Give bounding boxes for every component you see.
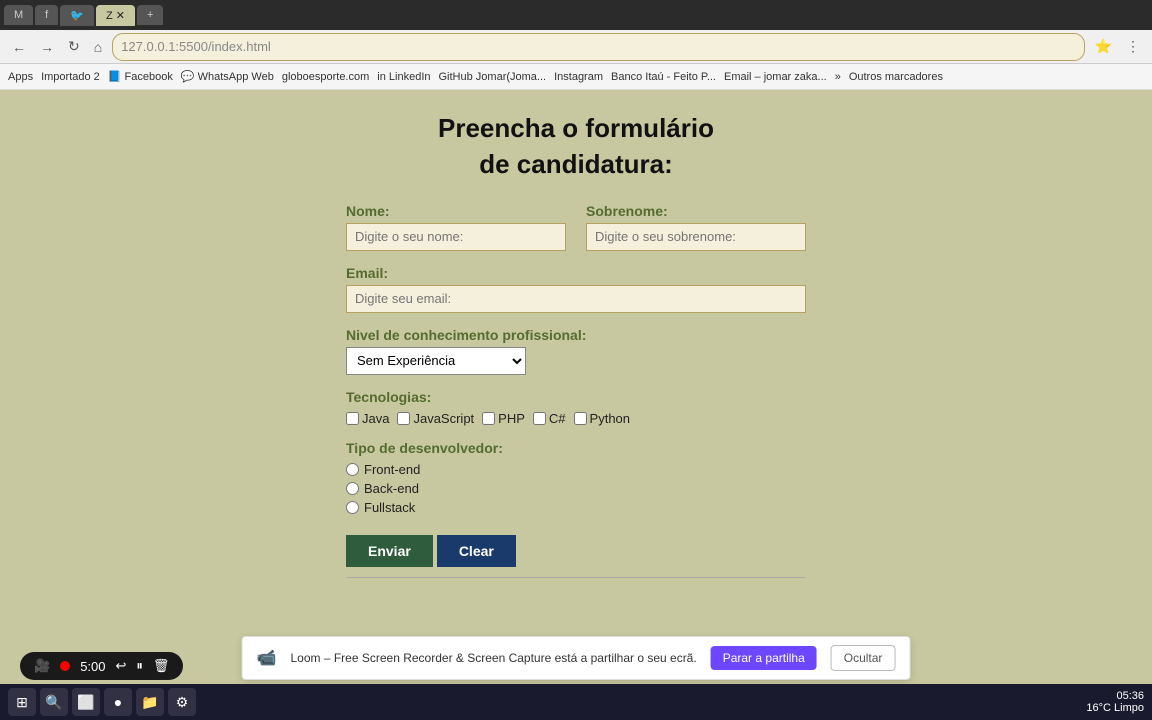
pause-icon[interactable]: ⏸ — [136, 658, 143, 674]
checkbox-java-input[interactable] — [346, 412, 359, 425]
checkbox-csharp-label: C# — [549, 411, 566, 426]
tab-gmail[interactable]: M — [4, 5, 33, 25]
radio-backend-input[interactable] — [346, 482, 359, 495]
tipo-dev-group: Tipo de desenvolvedor: Front-end Back-en… — [346, 440, 806, 515]
delete-icon[interactable]: 🗑 — [153, 658, 170, 674]
nome-label: Nome: — [346, 203, 566, 219]
checkbox-javascript-label: JavaScript — [413, 411, 474, 426]
bookmarks-bar: Apps Importado 2 📘 Facebook 💬 WhatsApp W… — [0, 64, 1152, 90]
loom-bar: 📹 Loom – Free Screen Recorder & Screen C… — [242, 636, 911, 680]
taskbar-start[interactable]: ⊞ — [8, 688, 36, 716]
nome-group: Nome: — [346, 203, 566, 251]
taskbar-chrome[interactable]: ● — [104, 688, 132, 716]
bookmark-whatsapp[interactable]: 💬 WhatsApp Web — [181, 70, 274, 83]
checkbox-python-label: Python — [590, 411, 630, 426]
checkbox-php-input[interactable] — [482, 412, 495, 425]
loom-icon: 📹 — [257, 648, 277, 668]
taskbar-search[interactable]: 🔍 — [40, 688, 68, 716]
form-container: Nome: Sobrenome: Email: Nivel de conheci… — [346, 203, 806, 578]
nome-input[interactable] — [346, 223, 566, 251]
reload-button[interactable]: ↻ — [64, 36, 84, 57]
checkbox-csharp: C# — [533, 411, 566, 426]
bookmark-itau[interactable]: Banco Itaú - Feito P... — [611, 71, 716, 83]
nivel-label: Nivel de conhecimento profissional: — [346, 327, 806, 343]
nivel-select[interactable]: Sem Experiência Júnior Pleno Sênior — [346, 347, 526, 375]
btn-row: Enviar Clear — [346, 535, 806, 567]
tab-bar: M f 🐦 Z ✕ + — [0, 0, 1152, 30]
radio-frontend-input[interactable] — [346, 463, 359, 476]
bookmark-instagram[interactable]: Instagram — [554, 71, 603, 83]
bookmark-more[interactable]: » — [835, 71, 841, 83]
bookmark-email[interactable]: Email – jomar zaka... — [724, 71, 827, 83]
rec-dot — [60, 661, 70, 671]
email-label: Email: — [346, 265, 806, 281]
radio-backend: Back-end — [346, 481, 806, 496]
tecnologias-group: Tecnologias: Java JavaScript PHP C# — [346, 389, 806, 426]
bookmark-outros[interactable]: Outros marcadores — [849, 71, 943, 83]
sobrenome-group: Sobrenome: — [586, 203, 806, 251]
camera-icon: 🎥 — [34, 658, 50, 674]
checkboxes-row: Java JavaScript PHP C# Python — [346, 411, 806, 426]
loom-text: Loom – Free Screen Recorder & Screen Cap… — [290, 651, 696, 665]
taskbar-clock: 05:36 16°C Limpo — [1086, 690, 1144, 714]
taskbar-settings[interactable]: ⚙ — [168, 688, 196, 716]
forward-button[interactable]: → — [36, 37, 58, 57]
tab-new[interactable]: + — [137, 5, 163, 25]
bookmark-github[interactable]: GitHub Jomar(Joma... — [439, 71, 547, 83]
recording-bar: 🎥 5:00 ↩ ⏸ 🗑 — [20, 652, 183, 680]
checkbox-java: Java — [346, 411, 389, 426]
tecnologias-label: Tecnologias: — [346, 389, 806, 405]
taskbar: ⊞ 🔍 ⬜ ● 📁 ⚙ 05:36 16°C Limpo — [0, 684, 1152, 720]
radio-group: Front-end Back-end Fullstack — [346, 462, 806, 515]
radio-frontend: Front-end — [346, 462, 806, 477]
page-content: Preencha o formulário de candidatura: No… — [0, 90, 1152, 650]
nivel-group: Nivel de conhecimento profissional: Sem … — [346, 327, 806, 375]
checkbox-javascript: JavaScript — [397, 411, 474, 426]
tab-twitter[interactable]: 🐦 — [60, 5, 94, 26]
bookmark-importado[interactable]: Importado 2 — [41, 71, 100, 83]
taskbar-task[interactable]: ⬜ — [72, 688, 100, 716]
radio-fullstack-label: Fullstack — [364, 500, 415, 515]
home-button[interactable]: ⌂ — [90, 37, 106, 57]
checkbox-java-label: Java — [362, 411, 389, 426]
checkbox-python-input[interactable] — [574, 412, 587, 425]
bookmark-linkedin[interactable]: in LinkedIn — [377, 71, 430, 83]
bookmark-apps[interactable]: Apps — [8, 71, 33, 83]
email-group: Email: — [346, 265, 806, 313]
tipo-dev-label: Tipo de desenvolvedor: — [346, 440, 806, 456]
back-button[interactable]: ← — [8, 37, 30, 57]
address-bar[interactable] — [112, 33, 1084, 61]
checkbox-javascript-input[interactable] — [397, 412, 410, 425]
checkbox-python: Python — [574, 411, 630, 426]
enviar-button[interactable]: Enviar — [346, 535, 433, 567]
sobrenome-label: Sobrenome: — [586, 203, 806, 219]
radio-fullstack: Fullstack — [346, 500, 806, 515]
loom-stop-button[interactable]: Parar a partilha — [711, 646, 817, 670]
form-divider — [346, 577, 806, 578]
recording-time: 5:00 — [80, 659, 105, 674]
nav-bar: ← → ↻ ⌂ ⭐ ⋮ — [0, 30, 1152, 64]
clear-button[interactable]: Clear — [437, 535, 516, 567]
email-input[interactable] — [346, 285, 806, 313]
taskbar-explorer[interactable]: 📁 — [136, 688, 164, 716]
checkbox-php-label: PHP — [498, 411, 525, 426]
loom-hide-button[interactable]: Ocultar — [831, 645, 896, 671]
checkbox-php: PHP — [482, 411, 525, 426]
page-title: Preencha o formulário de candidatura: — [438, 110, 714, 183]
tab-facebook[interactable]: f — [35, 5, 58, 25]
bookmark-facebook[interactable]: 📘 Facebook — [108, 70, 173, 83]
sobrenome-input[interactable] — [586, 223, 806, 251]
bookmark-globo[interactable]: globoesporte.com — [282, 71, 369, 83]
tab-form[interactable]: Z ✕ — [96, 5, 135, 26]
radio-frontend-label: Front-end — [364, 462, 420, 477]
menu-button[interactable]: ⋮ — [1122, 36, 1144, 57]
radio-backend-label: Back-end — [364, 481, 419, 496]
undo-icon[interactable]: ↩ — [116, 658, 127, 674]
extensions-button[interactable]: ⭐ — [1091, 36, 1116, 57]
checkbox-csharp-input[interactable] — [533, 412, 546, 425]
nome-sobrenome-row: Nome: Sobrenome: — [346, 203, 806, 251]
radio-fullstack-input[interactable] — [346, 501, 359, 514]
